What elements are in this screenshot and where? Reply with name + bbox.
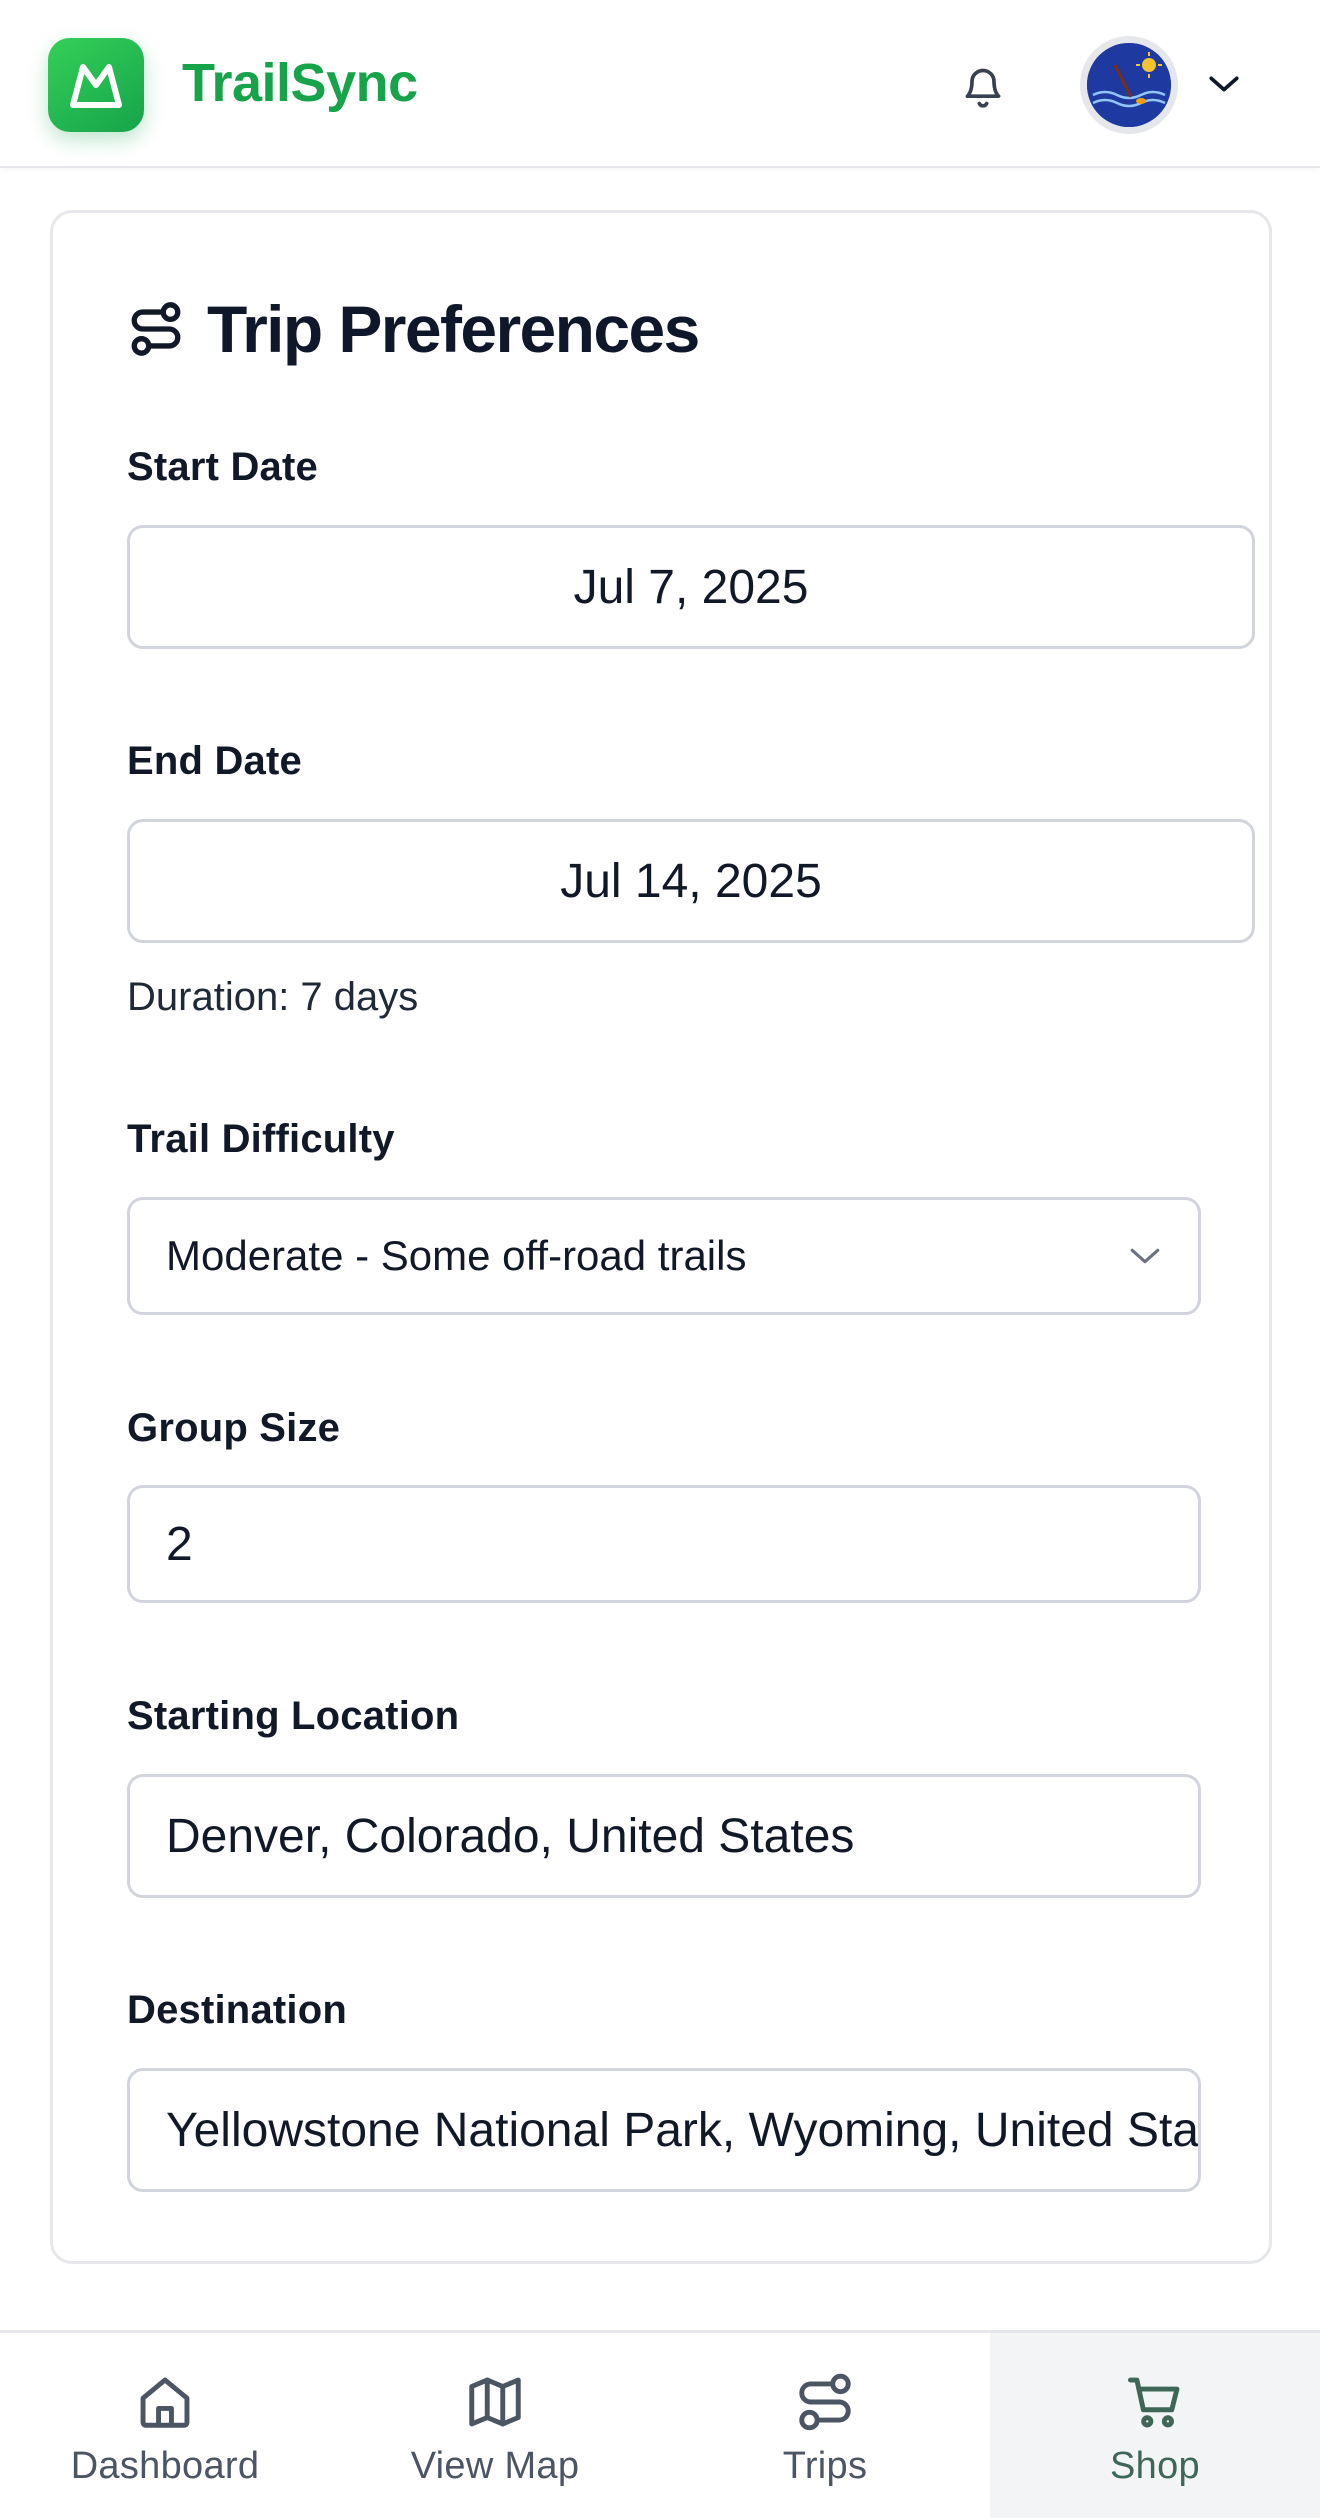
group-size-value: 2 — [166, 1517, 193, 1571]
trail-difficulty-value: Moderate - Some off-road trails — [166, 1232, 747, 1279]
avatar[interactable] — [1080, 36, 1178, 134]
mountain-logo-icon[interactable] — [48, 38, 144, 132]
destination-value: Yellowstone National Park, Wyoming, Unit… — [166, 2103, 1201, 2157]
trip-preferences-card: Trip Preferences Start Date Jul 7, 2025 … — [50, 210, 1272, 2264]
home-icon — [140, 2377, 190, 2428]
chevron-down-icon[interactable] — [1200, 64, 1248, 104]
route-icon — [799, 2373, 851, 2431]
destination-input[interactable]: Yellowstone National Park, Wyoming, Unit… — [127, 2068, 1201, 2192]
nav-dashboard[interactable]: Dashboard — [0, 2333, 330, 2518]
nav-trips-label: Trips — [782, 2445, 868, 2487]
group-size-input[interactable]: 2 — [127, 1485, 1201, 1603]
page-title: Trip Preferences — [207, 292, 700, 366]
bottom-nav: Dashboard View Map Trips Shop — [0, 2330, 1320, 2518]
map-icon — [469, 2377, 521, 2427]
nav-dashboard-label: Dashboard — [70, 2445, 260, 2487]
duration-text: Duration: 7 days — [127, 975, 419, 1019]
trail-difficulty-label: Trail Difficulty — [127, 1117, 395, 1161]
route-icon — [131, 302, 181, 356]
nav-trips[interactable]: Trips — [660, 2333, 990, 2518]
card-header: Trip Preferences — [127, 289, 700, 369]
starting-location-input[interactable]: Denver, Colorado, United States — [127, 1774, 1201, 1898]
trail-difficulty-select[interactable]: Moderate - Some off-road trails — [127, 1197, 1201, 1315]
end-date-value: Jul 14, 2025 — [560, 854, 822, 908]
nav-shop-label: Shop — [1110, 2445, 1200, 2487]
nav-shop[interactable]: Shop — [990, 2333, 1320, 2518]
starting-location-value: Denver, Colorado, United States — [166, 1809, 855, 1863]
destination-label: Destination — [127, 1988, 347, 2032]
start-date-field[interactable]: Jul 7, 2025 — [127, 525, 1255, 649]
nav-view-map-label: View Map — [410, 2445, 580, 2487]
brand-name[interactable]: TrailSync — [182, 52, 418, 114]
cart-icon — [1128, 2377, 1180, 2428]
bell-icon[interactable] — [950, 54, 1016, 120]
start-date-label: Start Date — [127, 445, 318, 489]
end-date-field[interactable]: Jul 14, 2025 — [127, 819, 1255, 943]
starting-location-label: Starting Location — [127, 1694, 460, 1738]
chevron-down-icon — [1130, 1248, 1160, 1264]
avatar-image — [1087, 43, 1171, 127]
start-date-value: Jul 7, 2025 — [573, 560, 809, 614]
group-size-label: Group Size — [127, 1406, 341, 1450]
app-header: TrailSync — [0, 0, 1320, 168]
end-date-label: End Date — [127, 739, 302, 783]
nav-view-map[interactable]: View Map — [330, 2333, 660, 2518]
